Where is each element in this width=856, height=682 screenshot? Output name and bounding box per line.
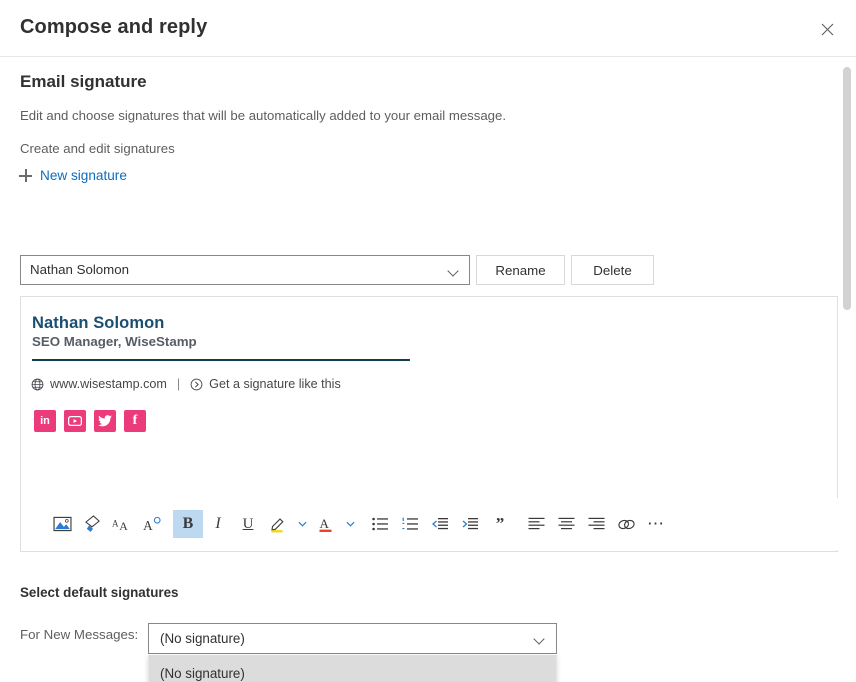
scrollbar-thumb[interactable] bbox=[843, 67, 851, 310]
font-color-chevron-down-icon[interactable] bbox=[341, 510, 359, 538]
new-messages-dropdown-list: (No signature) Nathan Solomon bbox=[148, 655, 557, 682]
more-options-icon[interactable]: ⋯ bbox=[641, 510, 671, 538]
svg-text:A: A bbox=[112, 518, 119, 528]
increase-indent-icon[interactable] bbox=[455, 510, 485, 538]
highlight-chevron-down-icon[interactable] bbox=[293, 510, 311, 538]
facebook-icon[interactable]: f bbox=[124, 410, 146, 432]
signature-preview-role: SEO Manager, WiseStamp bbox=[32, 334, 197, 349]
chevron-down-icon bbox=[533, 633, 544, 644]
formatting-toolbar: A A A B I U bbox=[22, 498, 838, 550]
bold-icon[interactable]: B bbox=[173, 510, 203, 538]
new-signature-label: New signature bbox=[40, 168, 127, 183]
compose-and-reply-dialog: Compose and reply Email signature Edit a… bbox=[0, 0, 856, 682]
globe-icon bbox=[31, 378, 44, 391]
linkedin-glyph: in bbox=[40, 416, 50, 427]
plus-icon bbox=[19, 169, 32, 182]
twitter-icon[interactable] bbox=[94, 410, 116, 432]
facebook-glyph: f bbox=[133, 414, 138, 428]
bold-glyph: B bbox=[183, 515, 194, 533]
align-center-icon[interactable] bbox=[551, 510, 581, 538]
underline-icon[interactable]: U bbox=[233, 510, 263, 538]
bulleted-list-icon[interactable] bbox=[365, 510, 395, 538]
align-left-icon[interactable] bbox=[521, 510, 551, 538]
signature-preview-divider bbox=[32, 359, 410, 361]
quote-glyph: ” bbox=[496, 519, 505, 529]
font-size-icon[interactable]: A A bbox=[107, 510, 137, 538]
close-button[interactable] bbox=[812, 14, 842, 44]
signature-social-links: in f bbox=[34, 410, 146, 432]
numbered-list-icon[interactable] bbox=[395, 510, 425, 538]
for-new-messages-label: For New Messages: bbox=[20, 627, 138, 642]
quote-icon[interactable]: ” bbox=[485, 510, 515, 538]
linkedin-icon[interactable]: in bbox=[34, 410, 56, 432]
font-color-icon[interactable]: A bbox=[311, 510, 341, 538]
signature-website[interactable]: www.wisestamp.com bbox=[50, 377, 167, 391]
new-messages-select-value: (No signature) bbox=[160, 631, 245, 646]
dialog-body: Email signature Edit and choose signatur… bbox=[0, 57, 856, 682]
clear-formatting-icon[interactable]: A bbox=[137, 510, 167, 538]
signature-preview-links: www.wisestamp.com | Get a signature like… bbox=[31, 377, 341, 391]
signature-editor[interactable]: Nathan Solomon SEO Manager, WiseStamp ww… bbox=[20, 296, 838, 552]
delete-button[interactable]: Delete bbox=[571, 255, 654, 285]
format-painter-icon[interactable] bbox=[77, 510, 107, 538]
close-icon bbox=[821, 23, 834, 36]
italic-icon[interactable]: I bbox=[203, 510, 233, 538]
email-signature-heading: Email signature bbox=[20, 72, 147, 92]
align-right-icon[interactable] bbox=[581, 510, 611, 538]
new-messages-select[interactable]: (No signature) bbox=[148, 623, 557, 654]
signature-preview-name: Nathan Solomon bbox=[32, 314, 164, 333]
signature-select[interactable]: Nathan Solomon bbox=[20, 255, 470, 285]
page-title: Compose and reply bbox=[20, 16, 207, 39]
underline-glyph: U bbox=[243, 516, 254, 533]
default-signatures-heading: Select default signatures bbox=[20, 585, 179, 600]
insert-link-icon[interactable] bbox=[611, 510, 641, 538]
dialog-header: Compose and reply bbox=[0, 0, 856, 57]
email-signature-description: Edit and choose signatures that will be … bbox=[20, 108, 506, 123]
svg-text:A: A bbox=[119, 519, 128, 532]
signature-cta-link[interactable]: Get a signature like this bbox=[209, 377, 341, 391]
link-separator: | bbox=[177, 377, 180, 391]
scrollbar-track[interactable] bbox=[844, 62, 854, 680]
highlight-icon[interactable] bbox=[263, 510, 293, 538]
signature-select-value: Nathan Solomon bbox=[30, 262, 129, 277]
italic-glyph: I bbox=[215, 515, 220, 533]
dropdown-option-no-signature[interactable]: (No signature) bbox=[149, 655, 556, 682]
create-edit-signatures-label: Create and edit signatures bbox=[20, 141, 175, 156]
svg-text:A: A bbox=[143, 518, 153, 532]
more-options-glyph: ⋯ bbox=[647, 520, 665, 529]
decrease-indent-icon[interactable] bbox=[425, 510, 455, 538]
circle-arrow-icon bbox=[190, 378, 203, 391]
chevron-down-icon bbox=[447, 265, 458, 276]
youtube-icon[interactable] bbox=[64, 410, 86, 432]
rename-button[interactable]: Rename bbox=[476, 255, 565, 285]
insert-picture-icon[interactable] bbox=[47, 510, 77, 538]
svg-text:A: A bbox=[320, 516, 330, 531]
new-signature-button[interactable]: New signature bbox=[19, 168, 127, 183]
